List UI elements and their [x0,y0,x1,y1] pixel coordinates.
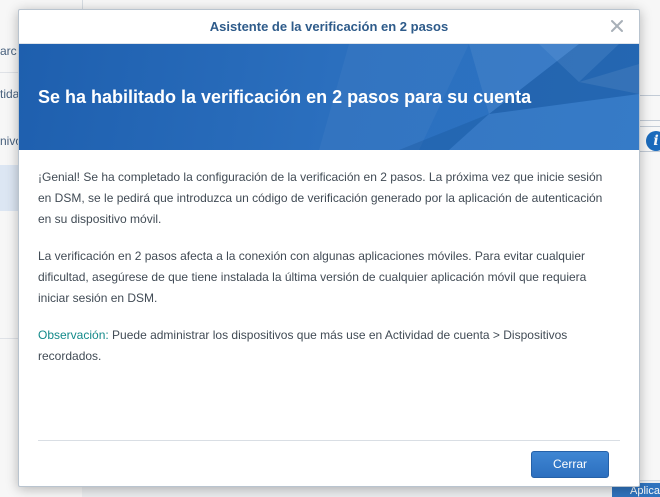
note-text: Puede administrar los dispositivos que m… [38,328,568,363]
mobile-apps-warning: La verificación en 2 pasos afecta a la c… [38,249,587,305]
close-dialog-button[interactable]: Cerrar [531,451,609,478]
close-icon [611,20,623,32]
banner-heading: Se ha habilitado la verificación en 2 pa… [38,87,532,107]
footer-divider [38,440,620,441]
dialog-title: Asistente de la verificación en 2 pasos [209,19,449,34]
dialog-banner: Se ha habilitado la verificación en 2 pa… [19,44,639,150]
note-label: Observación: [38,328,109,342]
dialog-content: ¡Genial! Se ha completado la configuraci… [38,167,618,383]
note: Observación: Puede administrar los dispo… [38,325,618,367]
two-step-wizard-dialog: Asistente de la verificación en 2 pasos … [18,9,640,487]
close-button[interactable] [607,16,627,36]
success-message: ¡Genial! Se ha completado la configuraci… [38,170,603,226]
dialog-titlebar: Asistente de la verificación en 2 pasos [19,10,639,44]
